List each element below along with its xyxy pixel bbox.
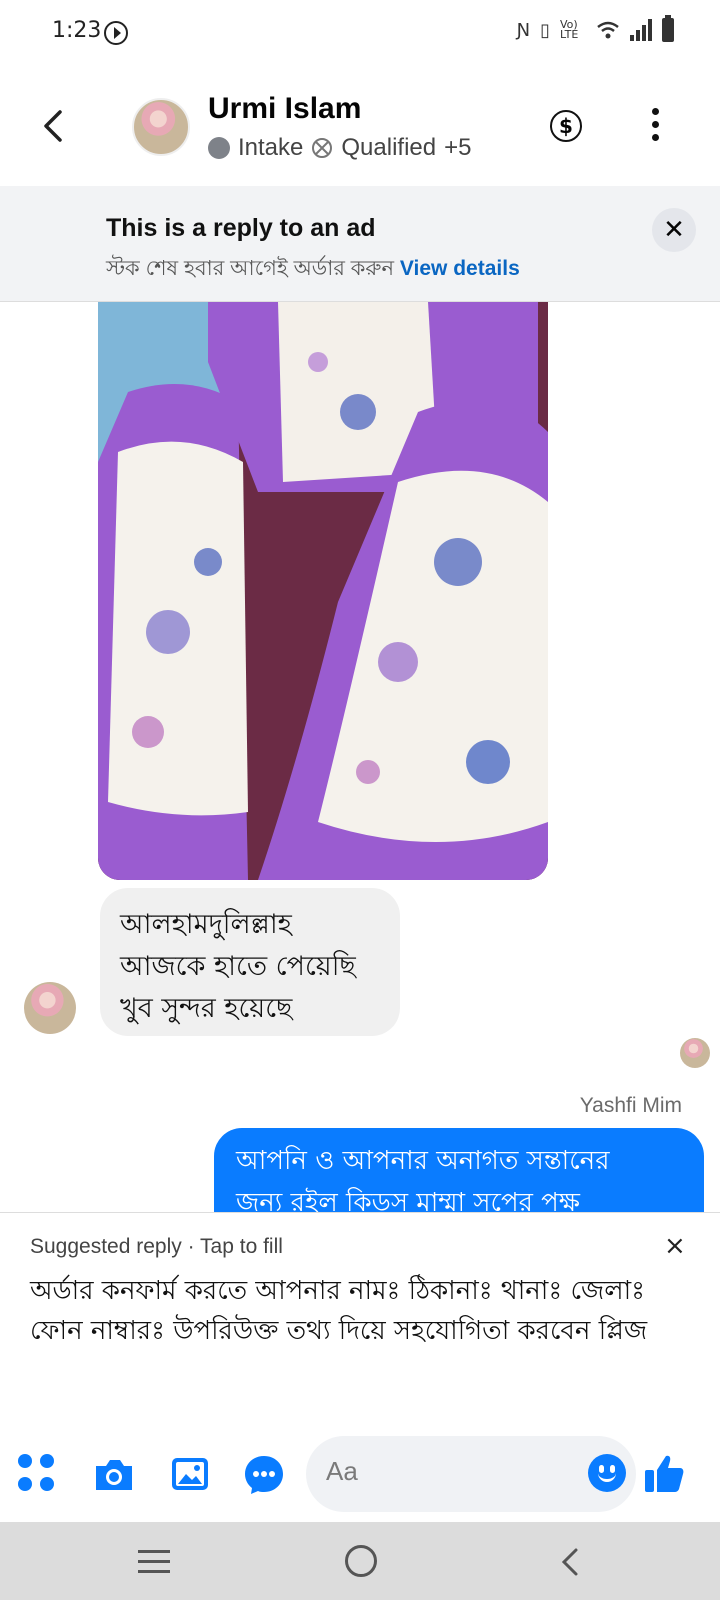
home-icon[interactable] [345, 1545, 377, 1577]
qualified-icon [312, 138, 333, 158]
suggested-reply-text[interactable]: অর্ডার কনফার্ম করতে আপনার নামঃ ঠিকানাঃ থ… [30, 1271, 690, 1351]
ad-banner-text: স্টক শেষ হবার আগেই অর্ডার করুন [106, 257, 395, 280]
contact-labels[interactable]: Intake Qualified +5 [208, 134, 472, 162]
outgoing-message-clip: আপনি ও আপনার অনাগত সন্তানের জন্য রইল কিড… [0, 1128, 720, 1212]
wifi-icon [597, 21, 619, 39]
back-arrow-icon[interactable] [38, 106, 72, 146]
vibrate-icon: ▯ [540, 19, 550, 41]
ad-reply-banner: This is a reply to an ad স্টক শেষ হবার আ… [0, 186, 720, 302]
messenger-icon[interactable] [242, 1452, 286, 1496]
gallery-icon[interactable] [168, 1452, 212, 1496]
message-input[interactable]: Aa [306, 1436, 636, 1512]
network-type-label: Vo) LTE [560, 18, 579, 41]
apps-icon[interactable] [18, 1454, 58, 1494]
camera-icon[interactable] [92, 1452, 136, 1496]
status-bar: 1:23 Ɲ ▯ Vo) LTE [0, 0, 720, 68]
sender-avatar[interactable] [24, 982, 76, 1034]
recent-apps-icon[interactable] [138, 1550, 170, 1574]
contact-avatar[interactable] [132, 98, 190, 156]
shared-product-photo[interactable] [98, 302, 548, 880]
conversation-header: Urmi Islam Intake Qualified +5 $ [0, 68, 720, 186]
signal-icon [630, 19, 652, 41]
label-qualified: Qualified [341, 134, 437, 161]
thumbs-up-icon[interactable] [642, 1452, 686, 1496]
outgoing-message-bubble[interactable]: আপনি ও আপনার অনাগত সন্তানের জন্য রইল কিড… [214, 1128, 704, 1212]
message-line: আজকে হাতে পেয়েছি [120, 951, 356, 982]
incoming-message-bubble[interactable]: আলহামদুলিল্লাহ আজকে হাতে পেয়েছি খুব সুন… [100, 888, 400, 1036]
more-options-icon[interactable] [650, 108, 660, 144]
message-line: জন্য রইল কিডস মাম্মা সপের পক্ষ [236, 1188, 580, 1212]
suggested-reply-heading: Suggested reply · Tap to fill [30, 1235, 283, 1258]
read-receipt-avatar [680, 1038, 710, 1068]
nfc-icon: Ɲ [516, 19, 531, 41]
view-details-link[interactable]: View details [400, 257, 520, 280]
battery-icon [662, 15, 674, 42]
contact-name[interactable]: Urmi Islam [208, 92, 361, 126]
screen-record-icon [104, 21, 128, 45]
photo-illustration [98, 302, 548, 880]
label-more-count: +5 [444, 134, 472, 161]
close-suggestion-button[interactable]: × [664, 1231, 686, 1261]
emoji-icon[interactable] [588, 1454, 626, 1492]
message-line: আলহামদুলিল্লাহ [120, 909, 292, 940]
message-line: আপনি ও আপনার অনাগত সন্তানের [236, 1146, 610, 1176]
close-banner-button[interactable]: ✕ [652, 208, 696, 252]
message-composer: Aa [0, 1428, 720, 1522]
system-navigation-bar [0, 1522, 720, 1600]
message-line: খুব সুন্দর হয়েছে [120, 993, 293, 1024]
message-placeholder: Aa [326, 1456, 358, 1486]
suggested-reply-panel[interactable]: Suggested reply · Tap to fill × অর্ডার ক… [0, 1212, 720, 1428]
ad-banner-title: This is a reply to an ad [106, 214, 376, 242]
status-icons: Ɲ ▯ Vo) LTE [516, 15, 674, 42]
ad-banner-subtitle: স্টক শেষ হবার আগেই অর্ডার করুন View deta… [106, 252, 520, 287]
status-time: 1:23 [52, 18, 102, 43]
outgoing-sender-name: Yashfi Mim [579, 1094, 682, 1117]
intake-dot-icon [208, 137, 230, 159]
label-intake: Intake [238, 134, 304, 161]
system-back-icon[interactable] [556, 1546, 584, 1578]
payment-button[interactable]: $ [550, 110, 582, 142]
